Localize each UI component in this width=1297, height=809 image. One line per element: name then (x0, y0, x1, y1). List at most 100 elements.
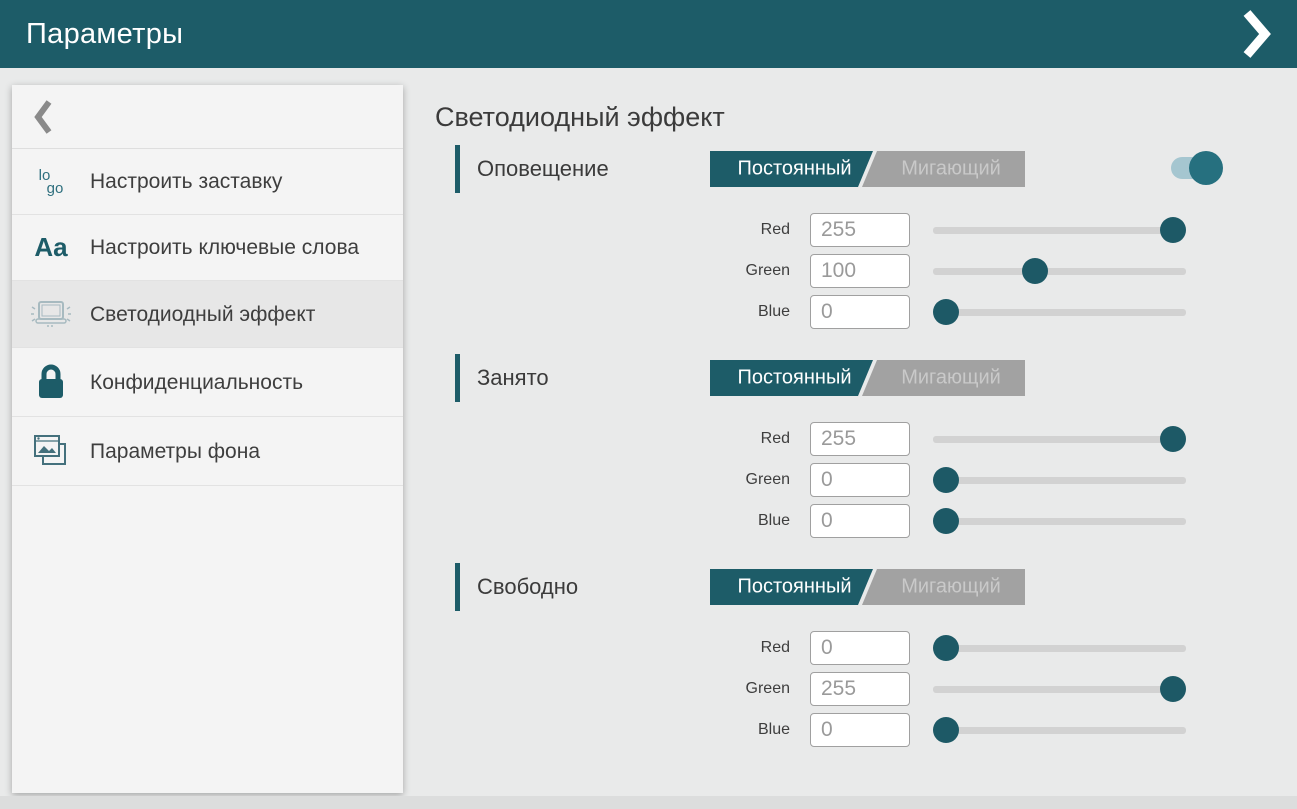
blue-row: Blue (705, 709, 1227, 750)
green-label: Green (705, 680, 790, 698)
lock-icon (12, 362, 90, 402)
section-header: Свободно Мигающий Постоянный (435, 561, 1227, 613)
blue-value-input[interactable] (810, 295, 910, 329)
red-slider[interactable] (933, 426, 1186, 452)
chevron-right-icon[interactable] (1241, 10, 1271, 58)
slider-track (933, 518, 1186, 525)
page-title: Параметры (26, 18, 183, 51)
sidebar-item-label: Настроить ключевые слова (90, 234, 359, 261)
main-content: Светодиодный эффект Оповещение Мигающий … (435, 68, 1227, 750)
red-value-input[interactable] (810, 422, 910, 456)
blue-label: Blue (705, 721, 790, 739)
blue-label: Blue (705, 303, 790, 321)
sidebar-item-background[interactable]: Параметры фона (12, 417, 403, 486)
green-slider[interactable] (933, 676, 1186, 702)
slider-track (933, 268, 1186, 275)
red-slider[interactable] (933, 217, 1186, 243)
keywords-icon: Aa (12, 232, 90, 263)
logo-icon-bottom: go (47, 182, 64, 195)
section-free: Свободно Мигающий Постоянный Red Green (435, 561, 1227, 750)
section-label: Оповещение (477, 156, 609, 182)
red-row: Red (705, 418, 1227, 459)
green-slider[interactable] (933, 258, 1186, 284)
slider-thumb[interactable] (933, 299, 959, 325)
slider-track (933, 436, 1186, 443)
green-row: Green (705, 250, 1227, 291)
green-label: Green (705, 262, 790, 280)
blue-slider[interactable] (933, 717, 1186, 743)
blue-value-input[interactable] (810, 713, 910, 747)
blinking-label: Мигающий (877, 367, 1025, 390)
slider-thumb[interactable] (933, 717, 959, 743)
green-label: Green (705, 471, 790, 489)
sidebar-item-screensaver[interactable]: lo go Настроить заставку (12, 149, 403, 215)
slider-track (933, 727, 1186, 734)
content-title: Светодиодный эффект (435, 102, 1227, 133)
blue-row: Blue (705, 500, 1227, 541)
steady-label: Постоянный (722, 367, 867, 390)
sidebar: lo go Настроить заставку Aa Настроить кл… (12, 85, 403, 793)
page-body: lo go Настроить заставку Aa Настроить кл… (0, 68, 1297, 809)
rgb-rows: Red Green Blue (435, 627, 1227, 750)
accent-bar (455, 354, 460, 402)
red-value-input[interactable] (810, 631, 910, 665)
green-value-input[interactable] (810, 254, 910, 288)
green-value-input[interactable] (810, 463, 910, 497)
mode-segmented-control: Мигающий Постоянный (710, 360, 1025, 396)
rgb-rows: Red Green Blue (435, 209, 1227, 332)
slider-track (933, 645, 1186, 652)
red-row: Red (705, 209, 1227, 250)
blue-slider[interactable] (933, 299, 1186, 325)
steady-label: Постоянный (722, 576, 867, 599)
blue-label: Blue (705, 512, 790, 530)
sidebar-item-label: Светодиодный эффект (90, 301, 315, 328)
accent-bar (455, 145, 460, 193)
green-row: Green (705, 459, 1227, 500)
blue-value-input[interactable] (810, 504, 910, 538)
red-row: Red (705, 627, 1227, 668)
blue-slider[interactable] (933, 508, 1186, 534)
slider-thumb[interactable] (1160, 676, 1186, 702)
green-value-input[interactable] (810, 672, 910, 706)
red-label: Red (705, 221, 790, 239)
section-notification: Оповещение Мигающий Постоянный Red (435, 143, 1227, 332)
slider-thumb[interactable] (1022, 258, 1048, 284)
sidebar-item-led-effect[interactable]: Светодиодный эффект (12, 281, 403, 348)
accent-bar (455, 563, 460, 611)
red-slider[interactable] (933, 635, 1186, 661)
green-row: Green (705, 668, 1227, 709)
sidebar-item-privacy[interactable]: Конфиденциальность (12, 348, 403, 417)
section-label: Свободно (477, 574, 578, 600)
slider-thumb[interactable] (933, 635, 959, 661)
mode-segmented-control: Мигающий Постоянный (710, 569, 1025, 605)
led-screen-icon (12, 295, 90, 333)
slider-track (933, 686, 1186, 693)
sidebar-item-label: Настроить заставку (90, 168, 282, 195)
slider-track (933, 227, 1186, 234)
red-label: Red (705, 430, 790, 448)
section-header: Занято Мигающий Постоянный (435, 352, 1227, 404)
sidebar-item-label: Конфиденциальность (90, 369, 303, 396)
slider-thumb[interactable] (1160, 217, 1186, 243)
app-header: Параметры (0, 0, 1297, 68)
red-label: Red (705, 639, 790, 657)
blinking-label: Мигающий (877, 576, 1025, 599)
slider-thumb[interactable] (1160, 426, 1186, 452)
slider-thumb[interactable] (933, 467, 959, 493)
aa-icon-glyph: Aa (34, 232, 67, 263)
toggle-thumb (1189, 151, 1223, 185)
background-image-icon (12, 431, 90, 471)
sidebar-item-keywords[interactable]: Aa Настроить ключевые слова (12, 215, 403, 281)
bottom-strip (0, 796, 1297, 809)
slider-thumb[interactable] (933, 508, 959, 534)
notification-toggle[interactable] (1171, 150, 1223, 186)
mode-segmented-control: Мигающий Постоянный (710, 151, 1025, 187)
sidebar-item-label: Параметры фона (90, 438, 260, 465)
green-slider[interactable] (933, 467, 1186, 493)
red-value-input[interactable] (810, 213, 910, 247)
sidebar-collapse-button[interactable] (12, 85, 403, 149)
section-busy: Занято Мигающий Постоянный Red Green (435, 352, 1227, 541)
section-header: Оповещение Мигающий Постоянный (435, 143, 1227, 195)
blue-row: Blue (705, 291, 1227, 332)
section-label: Занято (477, 365, 549, 391)
